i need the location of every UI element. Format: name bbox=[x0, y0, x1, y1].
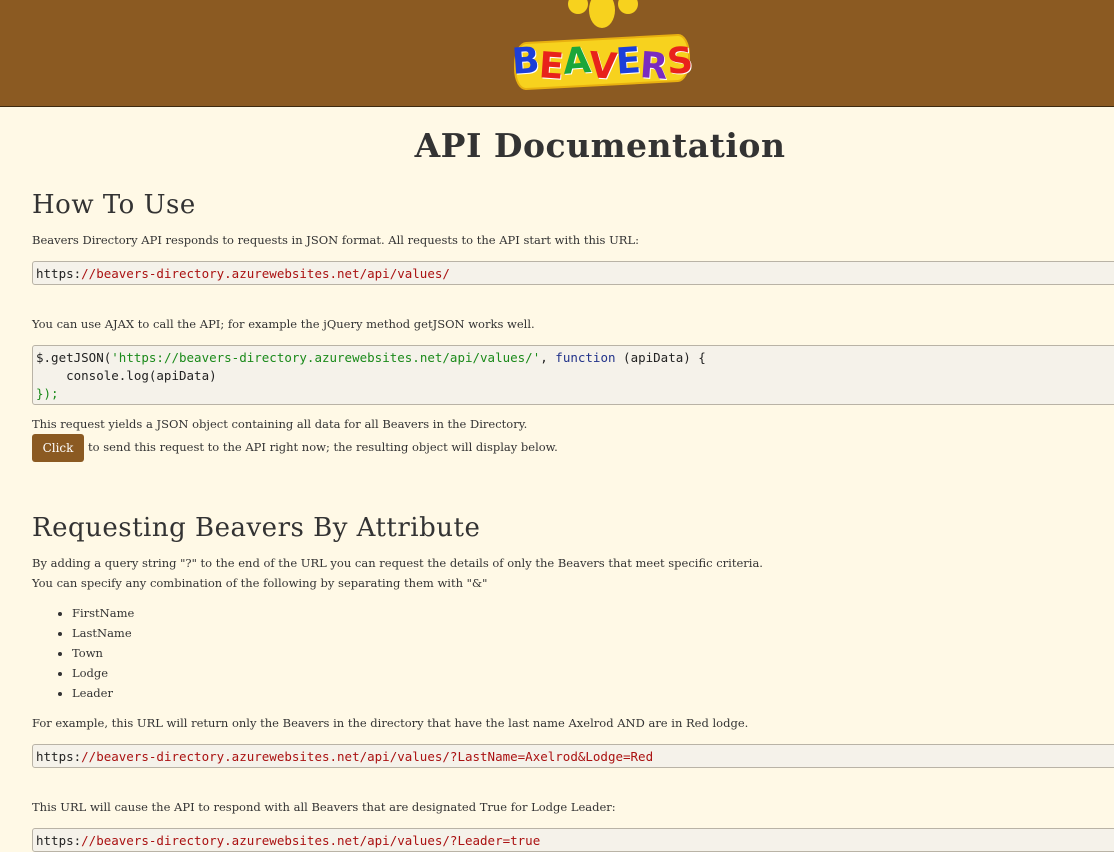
getjson-code-block: $.getJSON('https://beavers-directory.azu… bbox=[32, 345, 1114, 405]
query-string-text: By adding a query string "?" to the end … bbox=[32, 556, 763, 570]
leader-url-code: https://beavers-directory.azurewebsites.… bbox=[32, 828, 1114, 852]
page-title: API Documentation bbox=[414, 126, 786, 165]
logo-letter: E bbox=[614, 39, 642, 83]
logo-letter: S bbox=[665, 39, 693, 83]
ajax-text: You can use AJAX to call the API; for ex… bbox=[32, 317, 535, 331]
list-item: Lodge bbox=[72, 664, 134, 684]
logo-letter: E bbox=[537, 44, 564, 88]
intro-text: Beavers Directory API responds to reques… bbox=[32, 233, 639, 247]
list-item: LastName bbox=[72, 624, 134, 644]
list-item: Town bbox=[72, 644, 134, 664]
list-item: Leader bbox=[72, 684, 134, 704]
logo-letter: R bbox=[638, 44, 668, 88]
example-url-code: https://beavers-directory.azurewebsites.… bbox=[32, 744, 1114, 768]
combination-text: You can specify any combination of the f… bbox=[32, 576, 488, 590]
attribute-list: FirstName LastName Town Lodge Leader bbox=[32, 604, 134, 704]
beavers-logo[interactable]: BEAVERS bbox=[511, 35, 693, 89]
paw-icon bbox=[568, 0, 638, 28]
example-text: For example, this URL will return only t… bbox=[32, 716, 749, 730]
list-item: FirstName bbox=[72, 604, 134, 624]
click-send-request-button[interactable]: Click bbox=[32, 434, 84, 462]
leader-text: This URL will cause the API to respond w… bbox=[32, 800, 616, 814]
section-heading-by-attribute: Requesting Beavers By Attribute bbox=[32, 513, 481, 543]
base-url-code: https://beavers-directory.azurewebsites.… bbox=[32, 261, 1114, 285]
logo-letter: B bbox=[511, 39, 541, 83]
yields-text: This request yields a JSON object contai… bbox=[32, 417, 528, 431]
logo-letter: V bbox=[587, 44, 618, 88]
logo-letter: A bbox=[561, 39, 591, 83]
section-heading-how-to-use: How To Use bbox=[32, 190, 196, 220]
site-header: BEAVERS bbox=[0, 0, 1114, 107]
click-explanation-text: to send this request to the API right no… bbox=[88, 440, 558, 454]
